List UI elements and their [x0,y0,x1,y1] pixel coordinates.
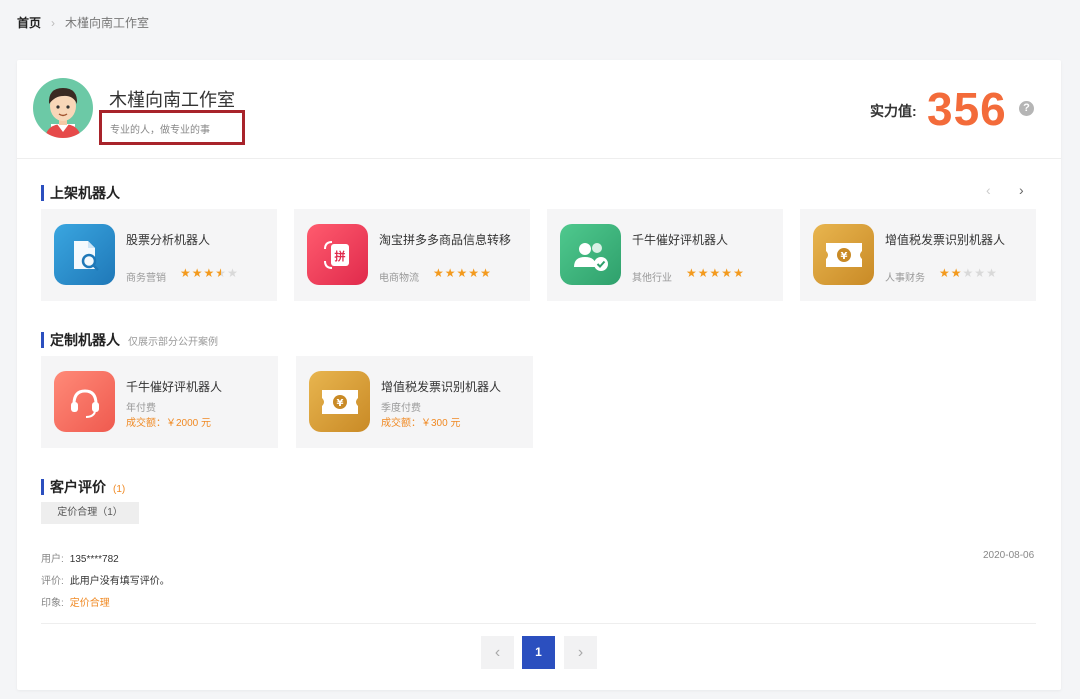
pagination-prev-button[interactable]: ‹ [481,636,514,669]
custom-robots-title: 定制机器人 仅展示部分公开案例 [41,330,218,350]
star-icon: ★ [203,266,216,280]
breadcrumb: 首页 › 木槿向南工作室 [17,14,149,31]
svg-text:¥: ¥ [336,398,343,409]
robot-category: 人事财务 [885,273,925,284]
star-icon: ★ [962,266,975,280]
review-comment-line: 评价: 此用户没有填写评价。 [41,572,170,587]
reviews-count: (1) [113,484,126,495]
review-user-line: 用户: 135****782 [41,550,119,565]
deal-amount: 成交额：￥2000 元 [126,418,212,429]
review-impression-line: 印象: 定价合理 [41,594,110,609]
star-icon: ★ [180,266,192,280]
star-icon: ★ [215,266,228,280]
breadcrumb-separator-icon: › [51,15,56,30]
robot-card-invoice[interactable]: ¥ 增值税发票识别机器人 人事财务 ★★★★★ [800,209,1036,301]
impression-tag[interactable]: 定价合理（1） [41,502,139,524]
carousel-next-icon[interactable]: › [1019,182,1024,198]
billing-period: 季度付费 [381,403,421,414]
reviews-title: 客户评价 (1) [41,477,125,497]
star-icon: ★ [480,266,492,280]
robot-category: 其他行业 [632,273,672,284]
star-icon: ★ [939,266,951,280]
robot-name: 千牛催好评机器人 [126,380,223,394]
custom-robots-hint: 仅展示部分公开案例 [128,337,218,348]
review-user-label: 用户: [41,554,64,565]
listed-robots-title-text: 上架机器人 [50,185,120,201]
transfer-icon: 拼 [307,224,368,285]
pagination-page-1[interactable]: 1 [522,636,555,669]
avatar [33,78,93,138]
robot-category: 电商物流 [379,273,419,284]
star-icon: ★ [721,266,734,280]
rating-stars: ★★★★★ [939,266,998,280]
power-value: 356 [927,83,1007,135]
star-icon: ★ [950,266,963,280]
robot-category: 商务营销 [126,273,166,284]
pagination-next-button[interactable]: › [564,636,597,669]
reviews-title-text: 客户评价 [50,479,106,495]
review-impression: 定价合理 [69,598,110,609]
review-impression-label: 印象: [41,598,64,609]
studio-slogan: 专业的人，做专业的事 [110,125,210,136]
star-icon: ★ [686,266,698,280]
robot-name: 股票分析机器人 [126,233,211,247]
invoice-yen-icon: ¥ [309,371,370,432]
star-icon: ★ [468,266,481,280]
review-date: 2020-08-06 [983,550,1035,561]
listed-robots-title: 上架机器人 [41,183,120,203]
avatar-illustration-icon [45,88,81,138]
power-label: 实力值: [870,103,917,119]
robot-name: 增值税发票识别机器人 [381,380,502,394]
review-user: 135****782 [69,554,119,565]
deal-amount: 成交额：￥300 元 [381,418,461,429]
star-icon: ★ [191,266,204,280]
help-icon[interactable]: ? [1019,101,1034,116]
headset-icon [54,371,115,432]
svg-text:¥: ¥ [840,251,847,262]
star-icon: ★ [697,266,710,280]
studio-header: 木槿向南工作室 专业的人，做专业的事 实力值: 356 ? [17,60,1061,159]
document-search-icon [54,224,115,285]
divider [41,623,1036,624]
users-check-icon [560,224,621,285]
breadcrumb-home[interactable]: 首页 [17,14,41,31]
star-icon: ★ [433,266,445,280]
star-icon: ★ [227,266,239,280]
robot-card-qianniu[interactable]: 千牛催好评机器人 其他行业 ★★★★★ [547,209,783,301]
review-comment: 此用户没有填写评价。 [69,576,170,587]
robot-name: 千牛催好评机器人 [632,233,729,247]
carousel-prev-icon[interactable]: ‹ [986,182,991,198]
rating-stars: ★★★★★ [180,266,239,280]
invoice-yen-icon: ¥ [813,224,874,285]
robot-card-taobao[interactable]: 拼 淘宝拼多多商品信息转移 电商物流 ★★★★★ [294,209,530,301]
studio-card: 木槿向南工作室 专业的人，做专业的事 实力值: 356 ? 上架机器人 ‹ › … [17,60,1061,690]
robot-name: 淘宝拼多多商品信息转移 [379,233,512,247]
studio-name: 木槿向南工作室 [109,90,235,110]
star-icon: ★ [709,266,722,280]
robot-name: 增值税发票识别机器人 [885,233,1006,247]
star-icon: ★ [974,266,987,280]
custom-robots-title-text: 定制机器人 [50,332,120,348]
breadcrumb-current: 木槿向南工作室 [65,16,150,30]
rating-stars: ★★★★★ [433,266,492,280]
star-icon: ★ [444,266,457,280]
custom-card-qianniu[interactable]: 千牛催好评机器人 年付费 成交额：￥2000 元 [41,356,278,448]
rating-stars: ★★★★★ [686,266,745,280]
star-icon: ★ [986,266,998,280]
custom-card-invoice[interactable]: ¥ 增值税发票识别机器人 季度付费 成交额：￥300 元 [296,356,533,448]
review-comment-label: 评价: [41,576,64,587]
billing-period: 年付费 [126,403,156,414]
star-icon: ★ [733,266,745,280]
star-icon: ★ [456,266,469,280]
svg-text:拼: 拼 [334,249,345,263]
robot-card-stock[interactable]: 股票分析机器人 商务营销 ★★★★★ [41,209,277,301]
